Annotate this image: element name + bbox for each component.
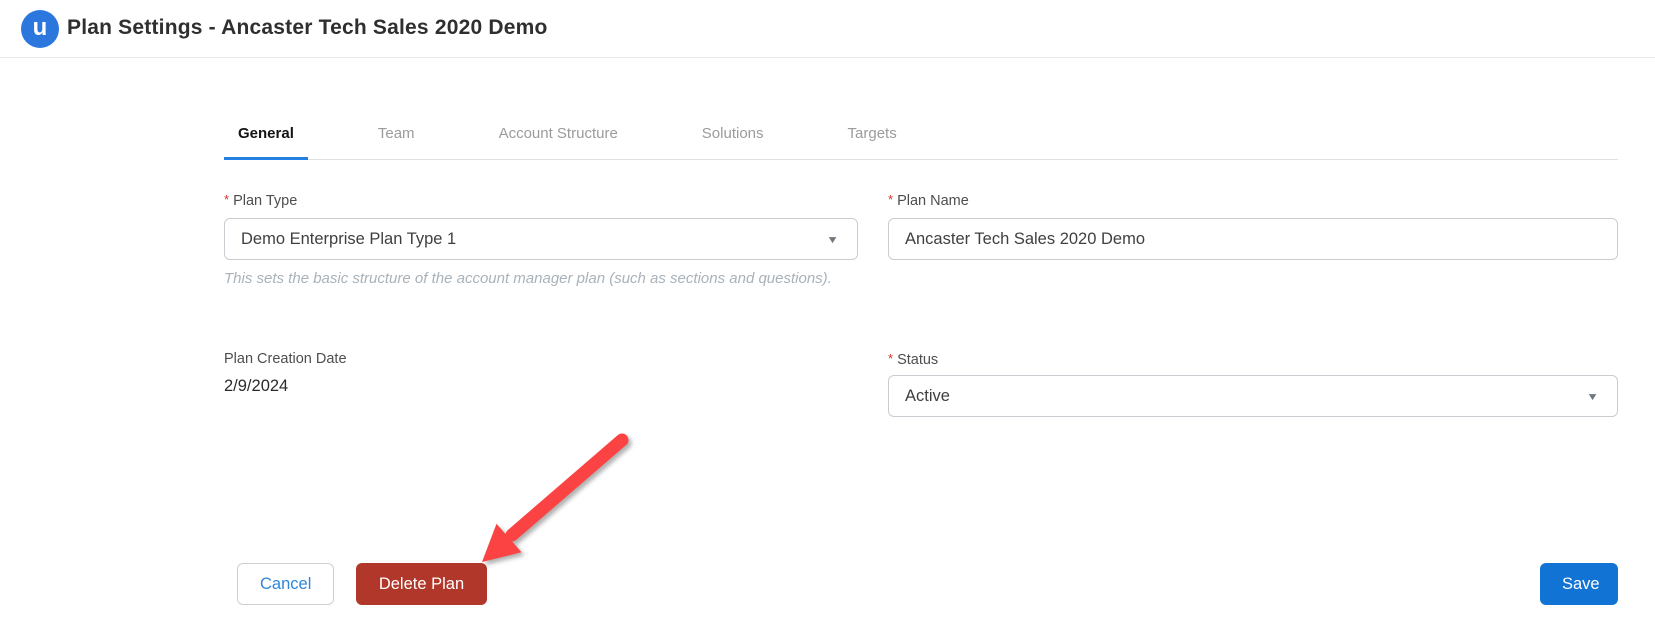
plan-creation-date-value: 2/9/2024 (224, 377, 858, 396)
required-asterisk: * (888, 351, 893, 366)
tab-bar: General Team Account Structure Solutions… (224, 111, 1618, 160)
tab-team[interactable]: Team (364, 111, 429, 160)
status-field-group: * Status Active ▼ (888, 349, 1618, 417)
page-header: u Plan Settings - Ancaster Tech Sales 20… (0, 0, 1655, 58)
required-asterisk: * (224, 192, 229, 207)
main-content: General Team Account Structure Solutions… (224, 58, 1618, 417)
tab-general[interactable]: General (224, 111, 308, 160)
delete-plan-button[interactable]: Delete Plan (356, 563, 487, 605)
page-title: Plan Settings - Ancaster Tech Sales 2020… (67, 0, 548, 58)
plan-creation-date-group: Plan Creation Date 2/9/2024 (224, 349, 858, 417)
plan-name-field-group: * Plan Name (888, 190, 1618, 287)
plan-settings-page: u Plan Settings - Ancaster Tech Sales 20… (0, 0, 1655, 639)
tab-account-structure[interactable]: Account Structure (485, 111, 632, 160)
status-selected-value: Active (905, 387, 950, 406)
plan-type-field-group: * Plan Type Demo Enterprise Plan Type 1 ▼… (224, 190, 858, 287)
plan-type-helper-text: This sets the basic structure of the acc… (224, 270, 858, 287)
plan-name-label: * Plan Name (888, 190, 1618, 211)
save-button[interactable]: Save (1540, 563, 1618, 605)
app-logo-icon[interactable]: u (21, 10, 59, 48)
plan-name-label-text: Plan Name (897, 193, 969, 209)
plan-type-label: * Plan Type (224, 190, 858, 211)
status-label-text: Status (897, 352, 938, 368)
status-label: * Status (888, 349, 1618, 370)
chevron-down-icon: ▼ (826, 233, 839, 245)
chevron-down-icon: ▼ (1586, 390, 1599, 402)
plan-name-input[interactable] (888, 218, 1618, 260)
plan-type-select[interactable]: Demo Enterprise Plan Type 1 ▼ (224, 218, 858, 260)
status-select[interactable]: Active ▼ (888, 375, 1618, 417)
cancel-button[interactable]: Cancel (237, 563, 334, 605)
action-button-bar: Cancel Delete Plan Save (237, 563, 1618, 605)
plan-type-label-text: Plan Type (233, 193, 297, 209)
required-asterisk: * (888, 192, 893, 207)
tab-solutions[interactable]: Solutions (688, 111, 778, 160)
form-row-1: * Plan Type Demo Enterprise Plan Type 1 ▼… (224, 190, 1618, 287)
plan-type-selected-value: Demo Enterprise Plan Type 1 (241, 230, 456, 249)
red-arrow-annotation (468, 428, 638, 573)
form-row-2: Plan Creation Date 2/9/2024 * Status Acti… (224, 349, 1618, 417)
tab-targets[interactable]: Targets (834, 111, 911, 160)
plan-creation-date-label: Plan Creation Date (224, 349, 858, 369)
